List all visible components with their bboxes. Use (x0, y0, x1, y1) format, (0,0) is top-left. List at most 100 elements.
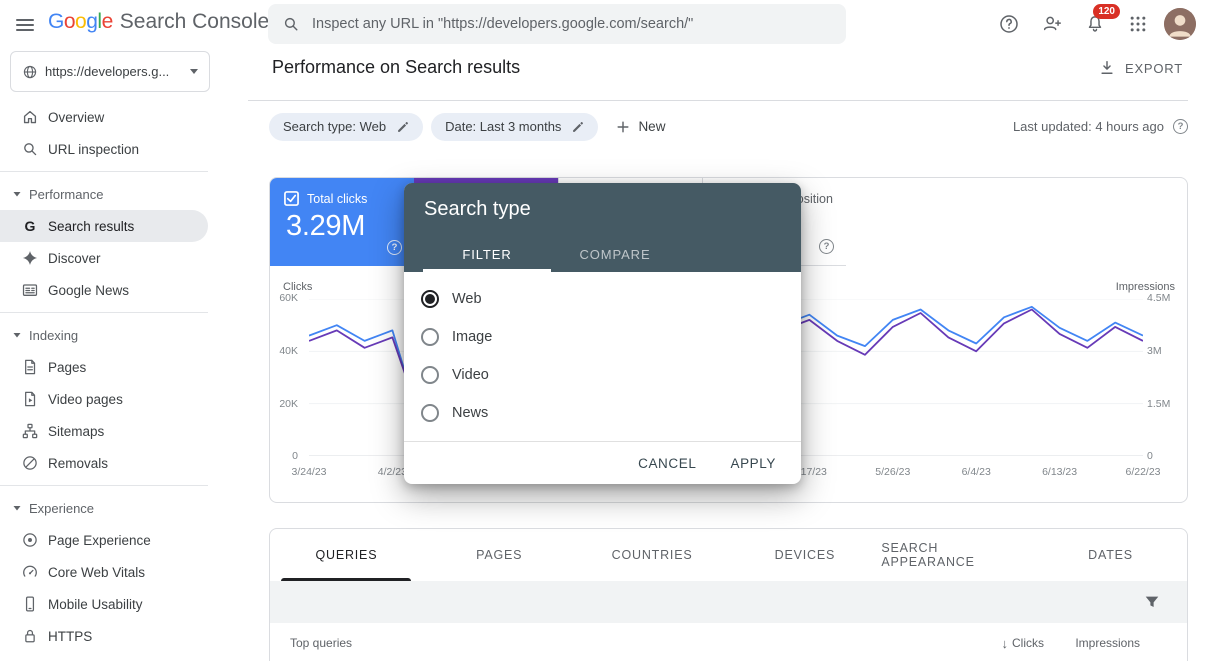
radio-option-image[interactable]: Image (404, 318, 801, 356)
help-icon[interactable]: ? (819, 239, 834, 254)
tab-compare[interactable]: COMPARE (551, 236, 679, 272)
sidebar-item-label: Removals (48, 456, 108, 471)
sidebar-section-experience[interactable]: Experience (0, 492, 208, 524)
google-g-icon: G (21, 217, 39, 235)
chip-label: Date: Last 3 months (445, 119, 561, 134)
x-axis-tick-label: 6/22/23 (1125, 466, 1160, 478)
sidebar-item-pages[interactable]: Pages (0, 351, 208, 383)
sidebar-item-removals[interactable]: Removals (0, 447, 208, 479)
table-header-row: Top queries ↓ Clicks Impressions (270, 623, 1187, 661)
sidebar-item-label: HTTPS (48, 629, 92, 644)
new-filter-button[interactable]: New (615, 119, 665, 135)
sidebar-item-https[interactable]: HTTPS (0, 620, 208, 652)
help-icon[interactable]: ? (387, 240, 402, 255)
filter-icon[interactable] (1143, 593, 1161, 611)
metric-label: Total clicks (307, 192, 367, 206)
search-type-chip[interactable]: Search type: Web (269, 113, 423, 141)
google-search-console-app: Google Search Console 120 (0, 0, 1206, 661)
avatar-person-icon (1164, 8, 1196, 40)
property-selector[interactable]: https://developers.g... (10, 51, 210, 92)
sidebar-item-label: Video pages (48, 392, 123, 407)
x-axis-tick-label: 6/4/23 (962, 466, 991, 478)
axis-tick-label: 0 (292, 451, 298, 462)
total-clicks-card[interactable]: Total clicks 3.29M ? (270, 178, 414, 266)
radio-option-web[interactable]: Web (404, 280, 801, 318)
date-range-chip[interactable]: Date: Last 3 months (431, 113, 598, 141)
radio-unselected-icon[interactable] (421, 328, 439, 346)
right-axis-ticks: 4.5M3M1.5M0 (1147, 293, 1187, 462)
column-impressions-label: Impressions (1075, 636, 1140, 650)
column-clicks-label: Clicks (1012, 636, 1044, 650)
chip-label: Search type: Web (283, 119, 386, 134)
section-label: Experience (29, 501, 94, 516)
notifications-button[interactable]: 120 (1078, 7, 1112, 41)
tab-pages[interactable]: PAGES (423, 529, 576, 581)
checkbox-checked-icon[interactable] (284, 191, 299, 206)
tab-queries[interactable]: QUERIES (270, 529, 423, 581)
dimensions-table-card: QUERIES PAGES COUNTRIES DEVICES SEARCH A… (269, 528, 1188, 661)
sidebar-item-sitemaps[interactable]: Sitemaps (0, 415, 208, 447)
sitemap-icon (21, 422, 39, 440)
menu-icon[interactable] (12, 12, 38, 36)
help-icon[interactable]: ? (1173, 119, 1188, 134)
google-logo-letter: g (86, 10, 97, 33)
google-logo-letter: o (75, 10, 86, 33)
sidebar-section-indexing[interactable]: Indexing (0, 319, 208, 351)
apply-button[interactable]: APPLY (730, 456, 776, 471)
radio-option-news[interactable]: News (404, 394, 801, 432)
sidebar-item-overview[interactable]: Overview (0, 101, 208, 133)
sidebar-item-video-pages[interactable]: Video pages (0, 383, 208, 415)
tab-dates[interactable]: DATES (1034, 529, 1187, 581)
search-icon (282, 15, 300, 33)
divider (0, 485, 208, 486)
section-label: Performance (29, 187, 103, 202)
sidebar-item-page-experience[interactable]: Page Experience (0, 524, 208, 556)
gauge-icon (21, 563, 39, 581)
sidebar-item-discover[interactable]: Discover (0, 242, 208, 274)
sparkle-icon (21, 249, 39, 267)
sidebar-item-label: Mobile Usability (48, 597, 143, 612)
google-logo-letter: o (64, 10, 75, 33)
radio-selected-icon[interactable] (421, 290, 439, 308)
tab-devices[interactable]: DEVICES (728, 529, 881, 581)
radio-option-video[interactable]: Video (404, 356, 801, 394)
export-button[interactable]: EXPORT (1098, 59, 1183, 77)
topbar: Google Search Console 120 (0, 0, 1206, 48)
new-label: New (638, 119, 665, 134)
tab-filter[interactable]: FILTER (423, 236, 551, 272)
sidebar-nav: Overview URL inspection Performance G Se… (0, 101, 208, 652)
axis-tick-label: 3M (1147, 346, 1162, 357)
google-logo-letter: e (102, 10, 113, 33)
cancel-button[interactable]: CANCEL (638, 456, 696, 471)
caret-down-icon (12, 189, 22, 199)
tab-countries[interactable]: COUNTRIES (576, 529, 729, 581)
avatar[interactable] (1164, 8, 1196, 40)
column-clicks[interactable]: ↓ Clicks (948, 636, 1044, 651)
sidebar-item-search-results[interactable]: G Search results (0, 210, 208, 242)
edit-pencil-icon (571, 120, 585, 134)
sidebar-item-label: Overview (48, 110, 104, 125)
sidebar-item-mobile-usability[interactable]: Mobile Usability (0, 588, 208, 620)
divider (0, 312, 208, 313)
home-icon (21, 108, 39, 126)
sidebar-item-core-web-vitals[interactable]: Core Web Vitals (0, 556, 208, 588)
sidebar-section-performance[interactable]: Performance (0, 178, 208, 210)
tab-search-appearance[interactable]: SEARCH APPEARANCE (881, 529, 1034, 581)
sidebar-item-label: URL inspection (48, 142, 139, 157)
page-title: Performance on Search results (272, 57, 520, 78)
plus-icon (615, 119, 631, 135)
sidebar-item-label: Google News (48, 283, 129, 298)
axis-tick-label: 60K (279, 293, 298, 304)
search-input[interactable] (312, 16, 832, 32)
sidebar-item-url-inspection[interactable]: URL inspection (0, 133, 208, 165)
app-logo[interactable]: Google Search Console (48, 0, 269, 44)
radio-unselected-icon[interactable] (421, 366, 439, 384)
lock-icon (21, 627, 39, 645)
add-user-button[interactable] (1035, 7, 1069, 41)
radio-unselected-icon[interactable] (421, 404, 439, 422)
apps-button[interactable] (1121, 7, 1155, 41)
column-impressions[interactable]: Impressions (1044, 636, 1140, 650)
help-button[interactable] (992, 7, 1026, 41)
x-axis-tick-label: 6/13/23 (1042, 466, 1077, 478)
sidebar-item-google-news[interactable]: Google News (0, 274, 208, 306)
